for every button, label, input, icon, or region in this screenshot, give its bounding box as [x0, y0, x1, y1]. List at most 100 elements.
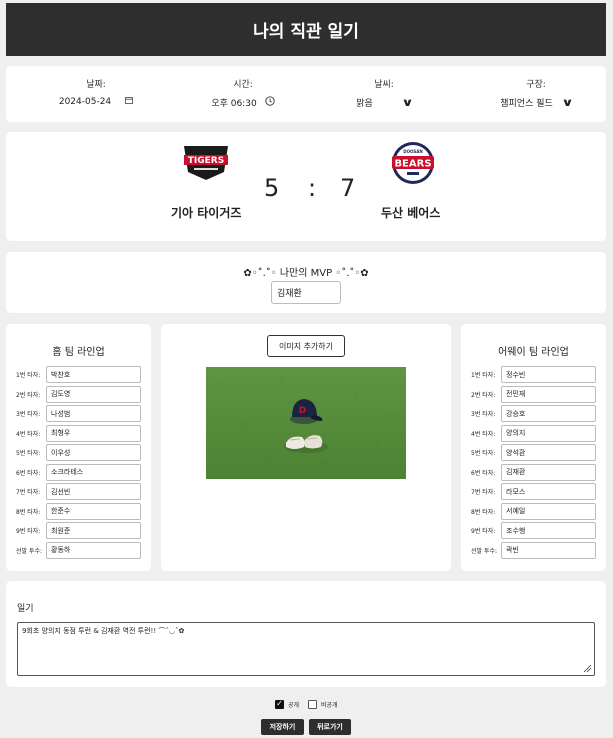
home-team-name: 기아 타이거즈 [171, 206, 242, 220]
lineup-position-label: 7번 타자: [471, 489, 496, 496]
lineup-position-label: 7번 타자: [16, 489, 41, 496]
lineup-player-input[interactable]: 조수행 [501, 522, 596, 539]
lineup-row: 1번 타자: 정수빈 [471, 366, 599, 383]
weather-label: 날씨: [374, 80, 394, 90]
stadium-select[interactable]: 구장: 챔피언스 필드 ∨ [461, 66, 611, 122]
lineup-position-label: 6번 타자: [16, 469, 41, 477]
page-header: 나의 직관 일기 [6, 3, 606, 56]
lineup-player-input[interactable]: 박찬호 [46, 366, 141, 383]
lineup-row: 6번 타자: 소크라테스 [16, 463, 144, 481]
home-lineup-panel: 홈 팀 라인업 1번 타자: 박찬호 2번 타자: 김도영 3번 타자: 나성범 4번 타자… [6, 324, 151, 571]
date-field: 날짜: 2024-05-24 [21, 66, 171, 122]
lineup-player-input[interactable]: 전민재 [501, 385, 596, 403]
calendar-icon[interactable] [125, 96, 134, 107]
lineup-player-input[interactable]: 이우성 [46, 444, 141, 461]
bears-logo-subtext: DOOSAN [403, 149, 422, 154]
weather-value: 맑음 [356, 99, 373, 109]
lineup-row: 9번 타자: 조수행 [471, 522, 599, 539]
stadium-label: 구장: [526, 80, 546, 90]
lineup-row: 4번 타자: 양의지 [471, 424, 599, 442]
lineup-player-input[interactable]: 강승호 [501, 405, 596, 422]
lineup-player-input[interactable]: 김재환 [501, 463, 596, 481]
lineup-row: 7번 타자: 라모스 [471, 483, 599, 500]
lineup-position-label: 3번 타자: [471, 411, 496, 418]
lineup-row: 3번 타자: 강승호 [471, 405, 599, 422]
home-score: 5 [264, 174, 280, 202]
lineup-row: 2번 타자: 김도영 [16, 385, 144, 403]
mvp-title: ✿◦˚.˚◦ 나만의 MVP ◦˚.˚◦✿ [243, 268, 369, 279]
lineup-position-label: 5번 타자: [16, 450, 41, 457]
resize-handle-icon[interactable] [583, 664, 592, 673]
away-team-name: 두산 베어스 [381, 206, 441, 220]
weather-select[interactable]: 날씨: 맑음 ∨ [309, 66, 459, 122]
lineup-player-input[interactable]: 나성범 [46, 405, 141, 422]
lineup-row: 5번 타자: 이우성 [16, 444, 144, 461]
lineup-row: 6번 타자: 김재환 [471, 463, 599, 481]
lineup-player-input[interactable]: 양석환 [501, 444, 596, 461]
lineup-row: 선발 투수: 황동하 [16, 541, 144, 559]
mvp-value: 김재환 [277, 289, 302, 299]
game-photo: D [206, 367, 406, 479]
lineup-position-label: 6번 타자: [471, 469, 496, 477]
stadium-value: 챔피언스 필드 [500, 99, 553, 109]
date-value[interactable]: 2024-05-24 [59, 97, 111, 107]
lineup-position-label: 선발 투수: [471, 547, 498, 555]
lineup-position-label: 3번 타자: [16, 411, 41, 418]
lineup-player-input[interactable]: 황동하 [46, 541, 141, 559]
time-field: 시간: 오후 06:30 [168, 66, 318, 122]
time-value[interactable]: 오후 06:30 [211, 96, 256, 109]
save-button[interactable]: 저장하기 [261, 719, 304, 735]
lineup-player-input[interactable]: 양의지 [501, 424, 596, 442]
chevron-down-icon[interactable]: ∨ [561, 96, 574, 109]
public-label: 공개 [288, 701, 300, 709]
lineup-player-input[interactable]: 소크라테스 [46, 463, 141, 481]
lineup-position-label: 4번 타자: [471, 430, 496, 438]
lineup-player-input[interactable]: 최형우 [46, 424, 141, 442]
home-lineup-title: 홈 팀 라인업 [52, 347, 105, 358]
score-separator: : [308, 174, 317, 202]
private-option[interactable]: 비공개 [308, 698, 338, 710]
diary-section: 일기 9회초 양의지 동점 투런 & 김재환 역전 투런!! ⌒ˆ◡ˆ✿ [6, 581, 606, 687]
clock-icon[interactable] [265, 96, 275, 109]
lineup-position-label: 2번 타자: [471, 391, 496, 399]
time-label: 시간: [233, 80, 253, 90]
lineup-player-input[interactable]: 김도영 [46, 385, 141, 403]
scoreboard: TIGERS 기아 타이거즈 5 : 7 DOOSAN BEARS 두산 베어스 [6, 132, 606, 241]
chevron-down-icon[interactable]: ∨ [401, 96, 414, 109]
private-checkbox[interactable] [308, 699, 317, 709]
diary-textarea[interactable]: 9회초 양의지 동점 투런 & 김재환 역전 투런!! ⌒ˆ◡ˆ✿ [17, 622, 595, 676]
diary-label: 일기 [17, 604, 34, 614]
page-title: 나의 직관 일기 [253, 22, 359, 42]
public-checkbox[interactable]: ✓ [275, 699, 284, 709]
bears-logo: DOOSAN BEARS [388, 140, 438, 190]
lineup-row: 9번 타자: 최원준 [16, 522, 144, 539]
lineup-player-input[interactable]: 최원준 [46, 522, 141, 539]
lineup-position-label: 5번 타자: [471, 450, 496, 457]
tigers-logo: TIGERS [180, 142, 232, 186]
diary-text: 9회초 양의지 동점 투런 & 김재환 역전 투런!! ⌒ˆ◡ˆ✿ [22, 627, 185, 635]
lineup-row: 7번 타자: 김선빈 [16, 483, 144, 500]
mvp-section: ✿◦˚.˚◦ 나만의 MVP ◦˚.˚◦✿ 김재환 [6, 252, 606, 313]
lineup-position-label: 1번 타자: [16, 372, 41, 379]
lineup-position-label: 8번 타자: [16, 508, 41, 516]
lineup-player-input[interactable]: 서예일 [501, 502, 596, 520]
lineup-row: 8번 타자: 서예일 [471, 502, 599, 520]
mvp-input[interactable]: 김재환 [271, 281, 341, 304]
lineup-player-input[interactable]: 라모스 [501, 483, 596, 500]
lineup-player-input[interactable]: 정수빈 [501, 366, 596, 383]
lineup-player-input[interactable]: 한준수 [46, 502, 141, 520]
back-button[interactable]: 뒤로가기 [309, 719, 351, 735]
public-option[interactable]: ✓ 공개 [275, 698, 299, 710]
lineup-row: 5번 타자: 양석환 [471, 444, 599, 461]
lineup-player-input[interactable]: 김선빈 [46, 483, 141, 500]
add-image-button[interactable]: 이미지 추가하기 [267, 335, 345, 357]
private-label: 비공개 [321, 701, 338, 709]
lineup-position-label: 1번 타자: [471, 372, 496, 379]
lineup-player-input[interactable]: 곽빈 [501, 541, 596, 559]
lineup-position-label: 4번 타자: [16, 430, 41, 438]
lineup-position-label: 9번 타자: [16, 528, 41, 535]
svg-text:D: D [299, 406, 306, 416]
lineup-position-label: 9번 타자: [471, 528, 496, 535]
lineup-position-label: 8번 타자: [471, 508, 496, 516]
tigers-logo-text: TIGERS [188, 156, 224, 166]
